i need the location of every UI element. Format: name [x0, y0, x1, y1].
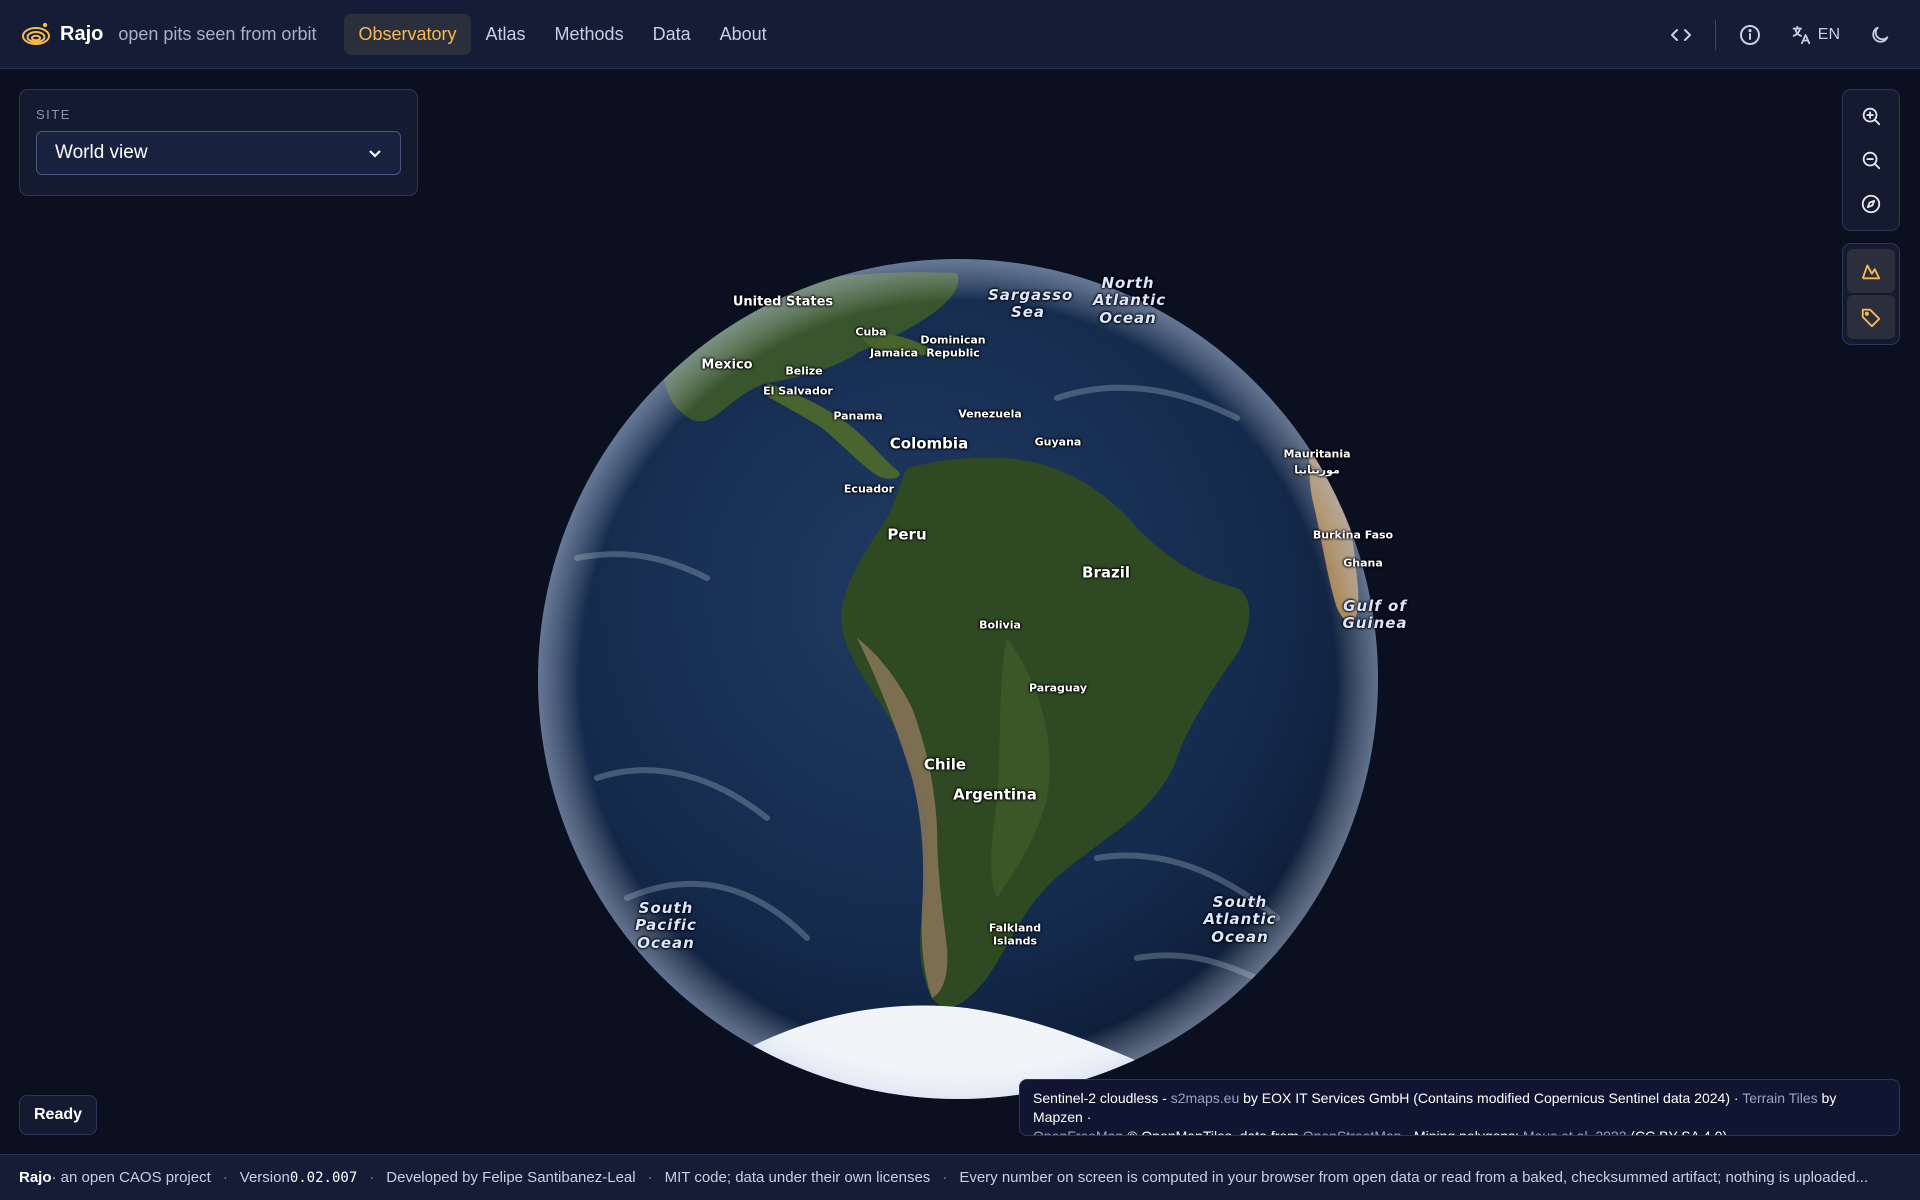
label-belize: Belize [785, 364, 823, 378]
footer-separator: · [647, 1169, 653, 1186]
tag-icon [1861, 308, 1881, 328]
nav-about[interactable]: About [706, 14, 781, 55]
status-badge: Ready [19, 1095, 98, 1135]
open-pit-logo-icon [20, 18, 52, 50]
label-south-atlantic-ocean: South Atlantic Ocean [1203, 893, 1277, 946]
language-button[interactable]: EN [1790, 24, 1840, 46]
nav-data[interactable]: Data [639, 14, 705, 55]
label-cuba: Cuba [855, 325, 887, 339]
label-jamaica: Jamaica [869, 346, 919, 360]
map-canvas[interactable]: United States Mexico Cuba Jamaica Domini… [0, 70, 1920, 1154]
brand-name: Rajo [60, 22, 104, 45]
zoom-in-icon [1862, 107, 1881, 126]
label-united-states: United States [732, 294, 834, 310]
globe[interactable]: United States Mexico Cuba Jamaica Domini… [537, 258, 1407, 1100]
terrain-toggle[interactable] [1847, 249, 1895, 293]
footer-separator: · [369, 1169, 375, 1186]
nav-atlas[interactable]: Atlas [472, 14, 540, 55]
footer-license[interactable]: MIT code; data under their own licenses [665, 1169, 931, 1186]
label-falkland-islands: Falkland Islands [988, 921, 1042, 947]
footer-separator: · [942, 1169, 948, 1186]
info-button[interactable] [1730, 15, 1770, 55]
map-attribution: Sentinel-2 cloudless - s2maps.eu by EOX … [1019, 1079, 1900, 1136]
attribution-line-1: Sentinel-2 cloudless - s2maps.eu by EOX … [1033, 1089, 1886, 1127]
label-el-salvador: El Salvador [763, 384, 833, 398]
theme-toggle-button[interactable] [1860, 15, 1900, 55]
compass-icon [1861, 194, 1881, 214]
site-label: SITE [36, 107, 71, 122]
label-peru: Peru [887, 525, 927, 544]
globe-imagery [538, 259, 1378, 1099]
site-select-value: World view [55, 142, 148, 163]
moon-icon [1872, 26, 1889, 43]
label-ecuador: Ecuador [843, 482, 895, 496]
code-icon [1670, 28, 1691, 41]
labels-toggle[interactable] [1847, 295, 1895, 339]
chevron-down-icon [369, 150, 381, 158]
language-code: EN [1817, 25, 1840, 43]
attribution-line-2: OpenFreeMap © OpenMapTiles, data from Op… [1033, 1127, 1886, 1136]
source-code-button[interactable] [1661, 15, 1701, 55]
reset-bearing-button[interactable] [1847, 182, 1895, 226]
attribution-text: · Mining polygons: [1401, 1128, 1523, 1136]
info-icon [1739, 24, 1760, 45]
label-dominican-republic: Dominican Republic [920, 333, 986, 359]
label-north-atlantic-ocean: North Atlantic Ocean [1093, 274, 1167, 327]
zoom-in-button[interactable] [1847, 94, 1895, 138]
terrain-tiles-link[interactable]: Terrain Tiles [1742, 1090, 1817, 1106]
label-chile: Chile [923, 755, 967, 774]
label-south-pacific-ocean: South Pacific Ocean [635, 899, 697, 952]
site-select[interactable]: World view [36, 131, 401, 175]
maus-paper-link[interactable]: Maus et al. 2022 [1523, 1128, 1627, 1135]
openstreetmap-link[interactable]: OpenStreetMap [1303, 1128, 1402, 1135]
label-mauritania: Mauritania [1283, 447, 1351, 461]
label-ghana: Ghana [1343, 556, 1383, 570]
label-bolivia: Bolivia [979, 618, 1021, 632]
footer-version: 0.02.007 [289, 1169, 358, 1186]
attribution-text: by EOX IT Services GmbH (Contains modifi… [1239, 1090, 1743, 1106]
zoom-out-icon [1862, 151, 1881, 170]
header-tools: EN [1661, 0, 1900, 69]
attribution-text: © OpenMapTiles, data from [1123, 1128, 1303, 1136]
translate-icon [1792, 25, 1810, 44]
openfreemap-link[interactable]: OpenFreeMap [1033, 1128, 1123, 1135]
attribution-text: (CC BY-SA 4.0) [1626, 1128, 1728, 1136]
label-mexico: Mexico [701, 357, 753, 373]
label-colombia: Colombia [889, 434, 969, 453]
footer-developer[interactable]: Developed by Felipe Santibanez-Leal [386, 1169, 635, 1186]
toolbar-divider [1714, 19, 1716, 50]
label-paraguay: Paraguay [1029, 681, 1087, 695]
attribution-text: Sentinel-2 cloudless - [1033, 1090, 1171, 1106]
label-mauritania-arabic: موريتانيا [1294, 463, 1340, 477]
zoom-out-button[interactable] [1847, 138, 1895, 182]
footer-separator: · [222, 1169, 228, 1186]
map-navigation-controls [1842, 89, 1900, 231]
label-venezuela: Venezuela [958, 407, 1022, 421]
label-panama: Panama [833, 409, 883, 423]
page-footer: Rajo · an open CAOS project · Version 0.… [0, 1154, 1920, 1200]
s2maps-link[interactable]: s2maps.eu [1171, 1090, 1239, 1106]
label-gulf-of-guinea: Gulf of Guinea [1342, 596, 1408, 632]
nav-observatory[interactable]: Observatory [344, 13, 471, 55]
footer-note: Every number on screen is computed in yo… [959, 1169, 1869, 1186]
main-nav: Observatory Atlas Methods Data About [344, 13, 781, 55]
footer-version-label: Version [239, 1169, 290, 1186]
footer-project: · an open CAOS project [51, 1169, 211, 1186]
label-burkina-faso: Burkina Faso [1312, 528, 1394, 542]
brand[interactable]: Rajo open pits seen from orbit [20, 18, 316, 50]
label-brazil: Brazil [1082, 563, 1130, 582]
top-navigation-bar: Rajo open pits seen from orbit Observato… [0, 0, 1920, 69]
map-layer-controls [1842, 243, 1900, 345]
nav-methods[interactable]: Methods [541, 14, 638, 55]
footer-brand: Rajo [19, 1169, 52, 1186]
site-panel: SITE World view [19, 89, 418, 196]
brand-tagline: open pits seen from orbit [118, 23, 317, 44]
mountain-icon [1861, 264, 1881, 280]
label-sargasso-sea: Sargasso Sea [988, 285, 1074, 321]
label-argentina: Argentina [953, 785, 1037, 804]
label-guyana: Guyana [1034, 435, 1082, 449]
